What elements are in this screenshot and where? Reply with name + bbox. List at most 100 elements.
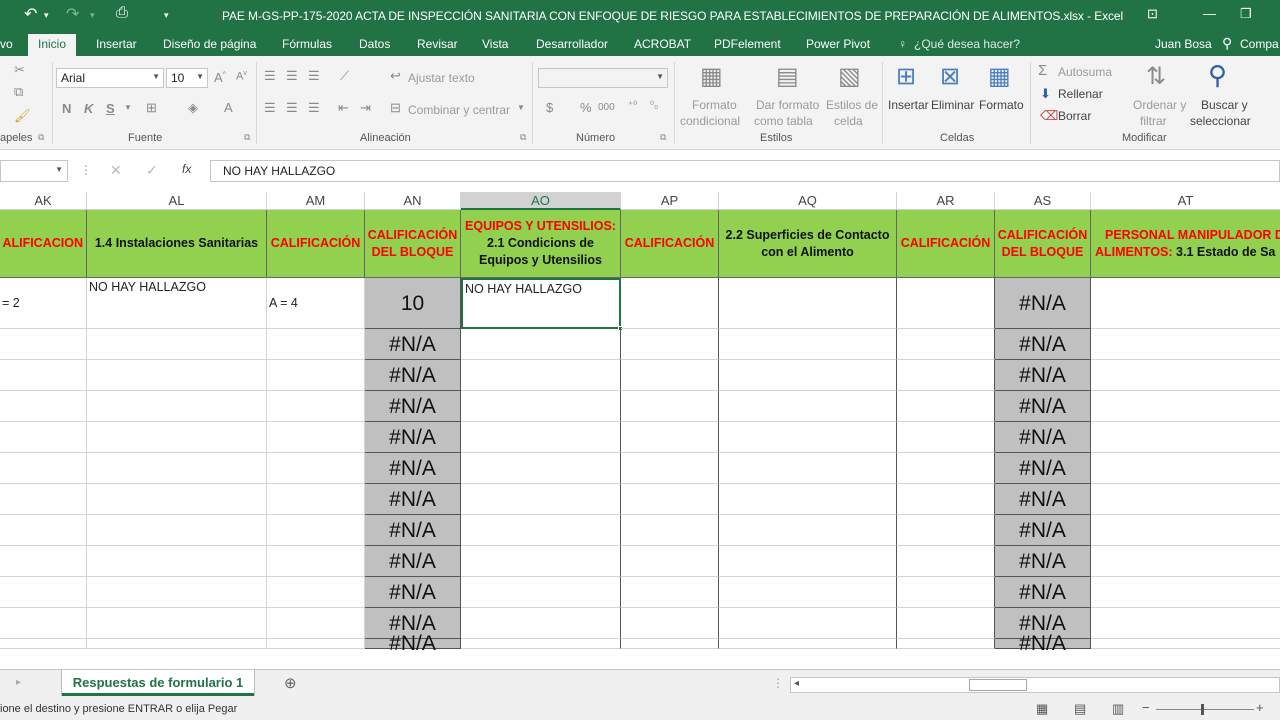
format-painter-icon[interactable]: 🖌 [14, 108, 31, 124]
font-size-box[interactable]: 10 ▼ [166, 68, 208, 88]
print-preview-icon[interactable]: ⎙ [116, 4, 128, 21]
underline-button[interactable]: S [106, 101, 115, 116]
header-cell-am[interactable]: CALIFICACIÓN [267, 210, 365, 278]
clear-button[interactable]: Borrar [1058, 109, 1091, 123]
cell-ap-12[interactable] [621, 639, 719, 649]
cell-as-4[interactable]: #N/A [995, 391, 1091, 422]
column-header-as[interactable]: AS [995, 192, 1091, 210]
scroll-sheets-icon[interactable]: ▸ [16, 677, 21, 688]
cell-ar-1[interactable] [897, 278, 995, 329]
zoom-slider-thumb[interactable] [1201, 704, 1204, 715]
cell-am-7[interactable] [267, 484, 365, 515]
chevron-down-icon[interactable]: ▼ [517, 103, 525, 112]
cell-an-7[interactable]: #N/A [365, 484, 461, 515]
cell-am-1[interactable]: A = 4 [267, 278, 365, 329]
cell-ao-8[interactable] [461, 515, 621, 546]
cell-aq-3[interactable] [719, 360, 897, 391]
redo-icon[interactable]: ↷ [66, 4, 79, 24]
customize-qat-icon[interactable]: ▾ [164, 10, 169, 21]
column-header-am[interactable]: AM [267, 192, 365, 210]
number-format-box[interactable]: ▼ [538, 68, 668, 88]
tab-desarrollador[interactable]: Desarrollador [536, 37, 608, 51]
cell-ar-10[interactable] [897, 577, 995, 608]
cell-ap-1[interactable] [621, 278, 719, 329]
cell-ao-7[interactable] [461, 484, 621, 515]
tab-pdfelement[interactable]: PDFelement [714, 37, 781, 51]
cell-at-6[interactable] [1091, 453, 1280, 484]
cell-ar-3[interactable] [897, 360, 995, 391]
thousands-icon[interactable]: 000 [598, 102, 615, 113]
column-header-ak[interactable]: AK [0, 192, 87, 210]
cell-al-6[interactable] [87, 453, 267, 484]
undo-dropdown-icon[interactable]: ▾ [44, 10, 49, 21]
cell-ao-10[interactable] [461, 577, 621, 608]
column-header-ar[interactable]: AR [897, 192, 995, 210]
cell-at-9[interactable] [1091, 546, 1280, 577]
fill-button[interactable]: Rellenar [1058, 87, 1103, 101]
cell-an-3[interactable]: #N/A [365, 360, 461, 391]
tab-insertar[interactable]: Insertar [96, 37, 137, 51]
cell-ao-9[interactable] [461, 546, 621, 577]
header-cell-an[interactable]: CALIFICACIÓN DEL BLOQUE [365, 210, 461, 278]
merge-center-icon[interactable]: ⊟ [390, 100, 401, 116]
cell-ak-7[interactable] [0, 484, 87, 515]
cell-an-8[interactable]: #N/A [365, 515, 461, 546]
cell-ap-7[interactable] [621, 484, 719, 515]
conditional-format-label[interactable]: condicional [680, 114, 740, 128]
tab-revisar[interactable]: Revisar [417, 37, 458, 51]
cell-al-5[interactable] [87, 422, 267, 453]
cell-aq-2[interactable] [719, 329, 897, 360]
tab-power-pivot[interactable]: Power Pivot [806, 37, 870, 51]
splitter-icon[interactable]: ⋮ [772, 676, 784, 690]
insert-function-icon[interactable]: fx [182, 162, 191, 176]
cell-as-2[interactable]: #N/A [995, 329, 1091, 360]
scrollbar-thumb[interactable] [969, 679, 1027, 691]
header-cell-aq[interactable]: 2.2 Superficies de Contacto con el Alime… [719, 210, 897, 278]
font-name-box[interactable]: Arial ▼ [56, 68, 164, 88]
cell-as-10[interactable]: #N/A [995, 577, 1091, 608]
cell-at-8[interactable] [1091, 515, 1280, 546]
cell-as-1[interactable]: #N/A [995, 278, 1091, 329]
cell-am-9[interactable] [267, 546, 365, 577]
formula-input[interactable]: NO HAY HALLAZGO [210, 160, 1280, 182]
cell-ap-4[interactable] [621, 391, 719, 422]
italic-button[interactable]: K [84, 101, 93, 116]
align-right-icon[interactable]: ☰ [308, 100, 320, 116]
header-cell-ao[interactable]: EQUIPOS Y UTENSILIOS: 2.1 Condicions de E… [461, 210, 621, 278]
cell-ao-2[interactable] [461, 329, 621, 360]
enter-icon[interactable]: ✓ [146, 162, 158, 179]
decrease-indent-icon[interactable]: ⇤ [338, 100, 349, 116]
add-sheet-icon[interactable]: ⊕ [284, 674, 297, 692]
cell-ao-5[interactable] [461, 422, 621, 453]
cell-as-12[interactable]: #N/A [995, 633, 1091, 654]
cell-am-5[interactable] [267, 422, 365, 453]
cell-ap-5[interactable] [621, 422, 719, 453]
cell-as-8[interactable]: #N/A [995, 515, 1091, 546]
orientation-icon[interactable]: ⟋ [340, 68, 349, 84]
cell-ak-12[interactable] [0, 639, 87, 649]
cell-an-6[interactable]: #N/A [365, 453, 461, 484]
number-launcher-icon[interactable]: ⧉ [660, 132, 666, 143]
table-format-label[interactable]: como tabla [754, 114, 813, 128]
cell-ak-1[interactable]: = 2 [0, 278, 87, 329]
cell-aq-7[interactable] [719, 484, 897, 515]
format-button[interactable]: Formato [979, 98, 1024, 112]
cell-aq-5[interactable] [719, 422, 897, 453]
bold-button[interactable]: N [62, 101, 71, 116]
cell-at-1[interactable] [1091, 278, 1280, 329]
cell-ak-10[interactable] [0, 577, 87, 608]
cell-am-10[interactable] [267, 577, 365, 608]
cell-as-5[interactable]: #N/A [995, 422, 1091, 453]
cell-ar-12[interactable] [897, 639, 995, 649]
cell-ap-8[interactable] [621, 515, 719, 546]
column-header-al[interactable]: AL [87, 192, 267, 210]
cell-al-11[interactable] [87, 608, 267, 639]
clipboard-launcher-icon[interactable]: ⧉ [38, 132, 44, 143]
cell-an-2[interactable]: #N/A [365, 329, 461, 360]
normal-view-icon[interactable]: ▦ [1036, 701, 1048, 717]
increase-font-icon[interactable]: A^ [214, 70, 226, 85]
cell-ak-2[interactable] [0, 329, 87, 360]
align-center-icon[interactable]: ☰ [286, 100, 298, 116]
cell-aq-10[interactable] [719, 577, 897, 608]
cell-al-9[interactable] [87, 546, 267, 577]
